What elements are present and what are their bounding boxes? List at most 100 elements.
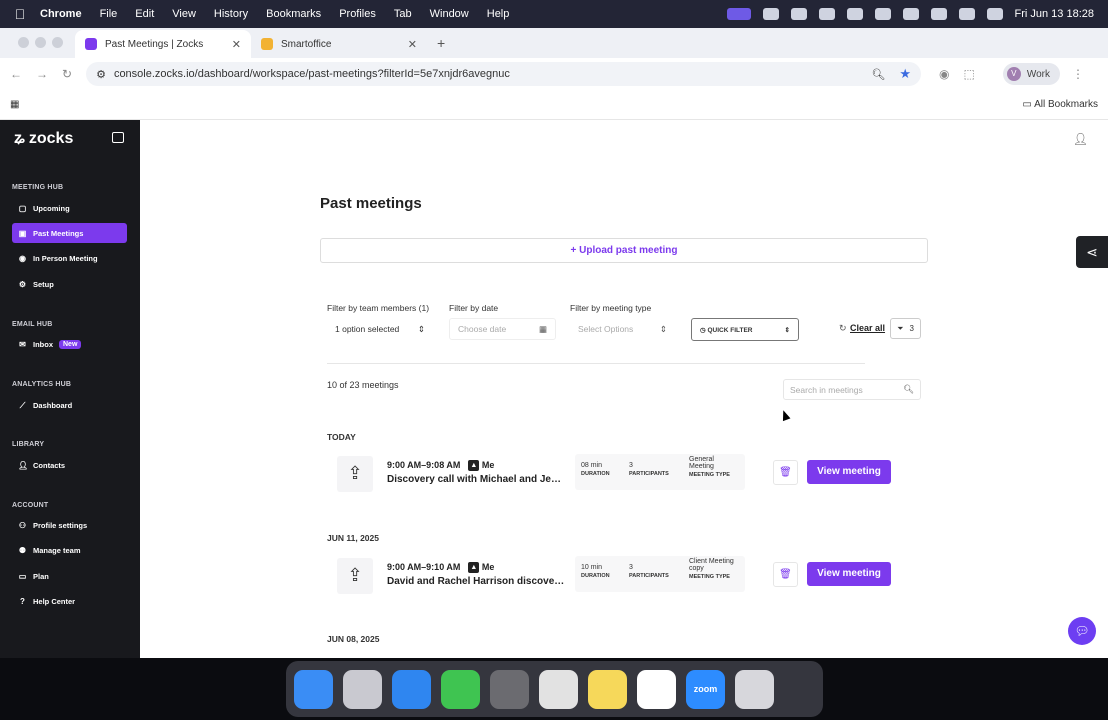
- zoom-window-button[interactable]: [52, 37, 63, 48]
- zoom-search-icon[interactable]: 🔍︎: [871, 68, 885, 81]
- menu-view[interactable]: View: [172, 8, 196, 20]
- sidebar-item-dashboard[interactable]: ⟋ Dashboard: [12, 395, 127, 415]
- trash-bin-icon[interactable]: [735, 669, 774, 709]
- chrome-icon[interactable]: [539, 669, 578, 709]
- menu-tab[interactable]: Tab: [394, 8, 412, 20]
- zocks-favicon-icon: [85, 38, 97, 50]
- apps-grid-icon[interactable]: ▦: [10, 99, 19, 110]
- meeting-row[interactable]: ⇪ 9:00 AM–9:10 AM ▲ Me David and Rachel H…: [337, 556, 892, 596]
- sidebar-item-upcoming[interactable]: ▢ Upcoming: [12, 198, 127, 218]
- address-url[interactable]: console.zocks.io/dashboard/workspace/pas…: [114, 68, 871, 80]
- network-tray-icon[interactable]: [874, 8, 891, 20]
- screen-share-icon[interactable]: [726, 8, 751, 20]
- sidebar-item-plan[interactable]: ▭ Plan: [12, 566, 127, 586]
- search-meetings-input[interactable]: Search in meetings 🔍︎: [783, 379, 921, 400]
- vivaldi-tray-icon[interactable]: [818, 8, 835, 20]
- close-window-button[interactable]: [18, 37, 29, 48]
- sidebar-item-label: Help Center: [33, 596, 76, 606]
- quick-filter-select[interactable]: ◷ QUICK FILTER ⇕: [691, 318, 799, 341]
- owner-name: Me: [481, 460, 495, 470]
- slack-icon[interactable]: [637, 669, 676, 709]
- camera-tray-icon[interactable]: [790, 8, 807, 20]
- zoom-app-icon[interactable]: zoom: [686, 669, 725, 709]
- chat-support-icon[interactable]: 💬︎: [1068, 617, 1096, 645]
- forward-icon[interactable]: →: [36, 67, 48, 81]
- sidebar-item-manage-team[interactable]: ⚉ Manage team: [12, 540, 127, 560]
- new-tab-button[interactable]: +: [437, 35, 445, 51]
- tab-past-meetings[interactable]: Past Meetings | Zocks ✕: [75, 30, 251, 58]
- sidebar-item-setup[interactable]: ⚙ Setup: [12, 274, 127, 294]
- moon-icon[interactable]: [846, 8, 863, 20]
- menu-history[interactable]: History: [214, 8, 248, 20]
- wifi-icon[interactable]: [930, 8, 947, 20]
- notes-icon[interactable]: [588, 669, 627, 709]
- reload-icon[interactable]: ↻: [62, 67, 72, 81]
- menu-window[interactable]: Window: [430, 8, 469, 20]
- menu-file[interactable]: File: [100, 8, 118, 20]
- sidebar-item-label: Setup: [33, 279, 54, 289]
- menu-app-name[interactable]: Chrome: [40, 8, 82, 20]
- delete-meeting-button[interactable]: 🗑︎: [773, 460, 798, 485]
- close-tab-icon[interactable]: ✕: [408, 38, 417, 51]
- contacts-icon: 👤︎: [18, 460, 29, 470]
- sidebar-collapse-icon[interactable]: [112, 132, 124, 143]
- messages-icon[interactable]: [441, 669, 480, 709]
- date-group-header: JUN 08, 2025: [327, 634, 380, 644]
- menu-edit[interactable]: Edit: [135, 8, 154, 20]
- view-meeting-button[interactable]: View meeting: [807, 460, 891, 484]
- app-sidebar: ʑ zocks MEETING HUB ▢ Upcoming ▣ Past Meet…: [0, 120, 140, 658]
- menu-profiles[interactable]: Profiles: [339, 8, 376, 20]
- battery-icon[interactable]: [902, 8, 919, 20]
- all-bookmarks-button[interactable]: ▭ All Bookmarks: [1022, 99, 1098, 110]
- system-settings-icon[interactable]: [490, 669, 529, 709]
- search-tray-icon[interactable]: [958, 8, 975, 20]
- menubar-clock[interactable]: Fri Jun 13 18:28: [1015, 8, 1095, 20]
- upload-past-meeting-button[interactable]: + Upload past meeting: [320, 238, 928, 263]
- menu-help[interactable]: Help: [487, 8, 510, 20]
- team-icon: ⚉: [18, 545, 27, 555]
- extensions-icon[interactable]: ⬚: [964, 67, 975, 81]
- zoom-tray-icon[interactable]: [762, 8, 779, 20]
- sidebar-item-inbox[interactable]: ✉ Inbox New: [12, 334, 127, 354]
- team-filter-select[interactable]: 1 option selected ⇕: [327, 318, 433, 340]
- menu-bookmarks[interactable]: Bookmarks: [266, 8, 321, 20]
- apple-icon[interactable]: : [0, 6, 40, 22]
- team-filter-label: Filter by team members (1): [327, 303, 430, 313]
- profile-button[interactable]: V Work: [1002, 63, 1060, 85]
- meeting-row[interactable]: ⇪ 9:00 AM–9:08 AM ▲ Me Discovery call wit…: [337, 454, 892, 494]
- share-icon[interactable]: ⋖: [1076, 236, 1108, 268]
- safari-icon[interactable]: [392, 669, 431, 709]
- finder-icon[interactable]: [294, 669, 333, 709]
- user-account-icon[interactable]: 👤︎: [1073, 132, 1088, 146]
- sidebar-item-help-center[interactable]: ? Help Center: [12, 591, 127, 611]
- filter-count-button[interactable]: ⏷ 3: [890, 318, 921, 339]
- tab-smartoffice[interactable]: Smartoffice ✕: [251, 30, 427, 58]
- clear-all-link[interactable]: Clear all: [850, 323, 885, 333]
- sidebar-item-past-meetings[interactable]: ▣ Past Meetings: [12, 223, 127, 243]
- more-menu-icon[interactable]: ⋮: [1072, 67, 1084, 81]
- dock: zoom: [286, 661, 823, 717]
- bookmark-star-icon[interactable]: ★: [899, 66, 911, 82]
- person-icon: ▲: [468, 562, 480, 574]
- address-bar[interactable]: ⚙ console.zocks.io/dashboard/workspace/p…: [86, 62, 922, 86]
- sidebar-item-in-person-meeting[interactable]: ◉ In Person Meeting: [12, 248, 127, 268]
- minimize-window-button[interactable]: [35, 37, 46, 48]
- launchpad-icon[interactable]: [343, 669, 382, 709]
- type-filter-select[interactable]: Select Options ⇕: [570, 318, 675, 340]
- control-center-icon[interactable]: [986, 8, 1003, 20]
- view-meeting-button[interactable]: View meeting: [807, 562, 891, 586]
- sidebar-item-profile-settings[interactable]: ⚇ Profile settings: [12, 515, 127, 535]
- zocks-logo-text: zocks: [28, 130, 74, 147]
- meeting-title[interactable]: Discovery call with Michael and Jennifer: [387, 474, 567, 485]
- date-filter-input[interactable]: Choose date ▦: [449, 318, 556, 340]
- status-tray: Fri Jun 13 18:28: [726, 0, 1095, 28]
- delete-meeting-button[interactable]: 🗑︎: [773, 562, 798, 587]
- back-icon[interactable]: ←: [10, 67, 22, 81]
- chevron-updown-icon: ⇕: [659, 323, 667, 334]
- meeting-title[interactable]: David and Rachel Harrison discovery call: [387, 576, 567, 587]
- zocks-logo[interactable]: ʑ zocks: [14, 130, 73, 148]
- camera-icon[interactable]: ◉: [939, 67, 949, 81]
- sidebar-item-contacts[interactable]: 👤︎ Contacts: [12, 455, 127, 475]
- site-info-icon[interactable]: ⚙: [96, 68, 106, 81]
- close-tab-icon[interactable]: ✕: [232, 38, 241, 51]
